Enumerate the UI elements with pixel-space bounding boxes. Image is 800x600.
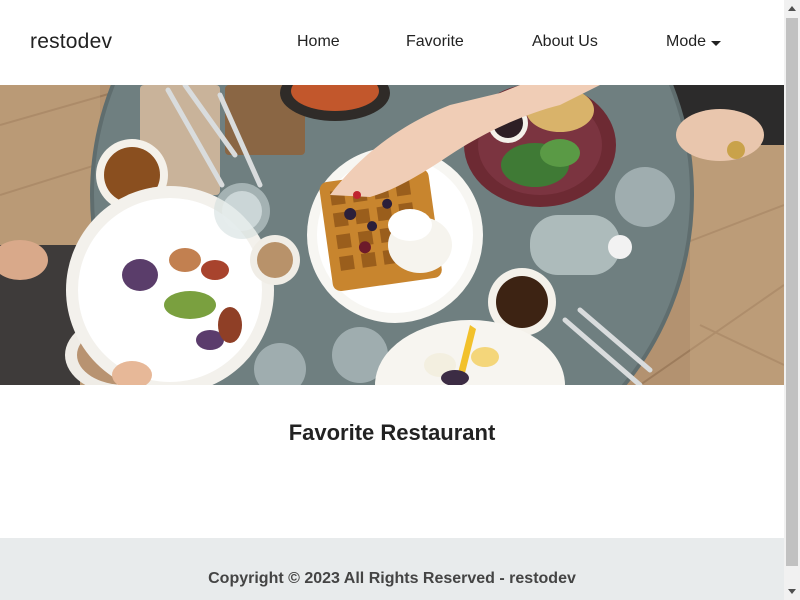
arrow-up-icon <box>788 6 796 11</box>
page-title: Favorite Restaurant <box>288 420 496 445</box>
scrollbar-thumb[interactable] <box>786 18 798 566</box>
hero-image <box>0 85 784 385</box>
main-nav: Home Favorite About Us Mode <box>0 33 784 55</box>
scroll-down-button[interactable] <box>784 583 800 600</box>
nav-favorite-link[interactable]: Favorite <box>406 33 464 51</box>
scroll-up-button[interactable] <box>784 0 800 17</box>
site-footer: Copyright © 2023 All Rights Reserved - r… <box>0 538 784 600</box>
footer-copyright: Copyright © 2023 All Rights Reserved - r… <box>208 570 576 587</box>
site-header: restodev Home Favorite About Us Mode <box>0 0 784 85</box>
arrow-down-icon <box>788 589 796 594</box>
hero-food-table-image <box>0 85 784 385</box>
caret-down-icon <box>711 40 722 46</box>
vertical-scrollbar[interactable] <box>784 0 800 600</box>
page: restodev Home Favorite About Us Mode Fav… <box>0 0 784 600</box>
nav-about-link[interactable]: About Us <box>532 33 598 51</box>
nav-mode-dropdown[interactable]: Mode <box>666 33 722 51</box>
nav-mode-label: Mode <box>666 33 707 50</box>
nav-home-link[interactable]: Home <box>297 33 340 51</box>
